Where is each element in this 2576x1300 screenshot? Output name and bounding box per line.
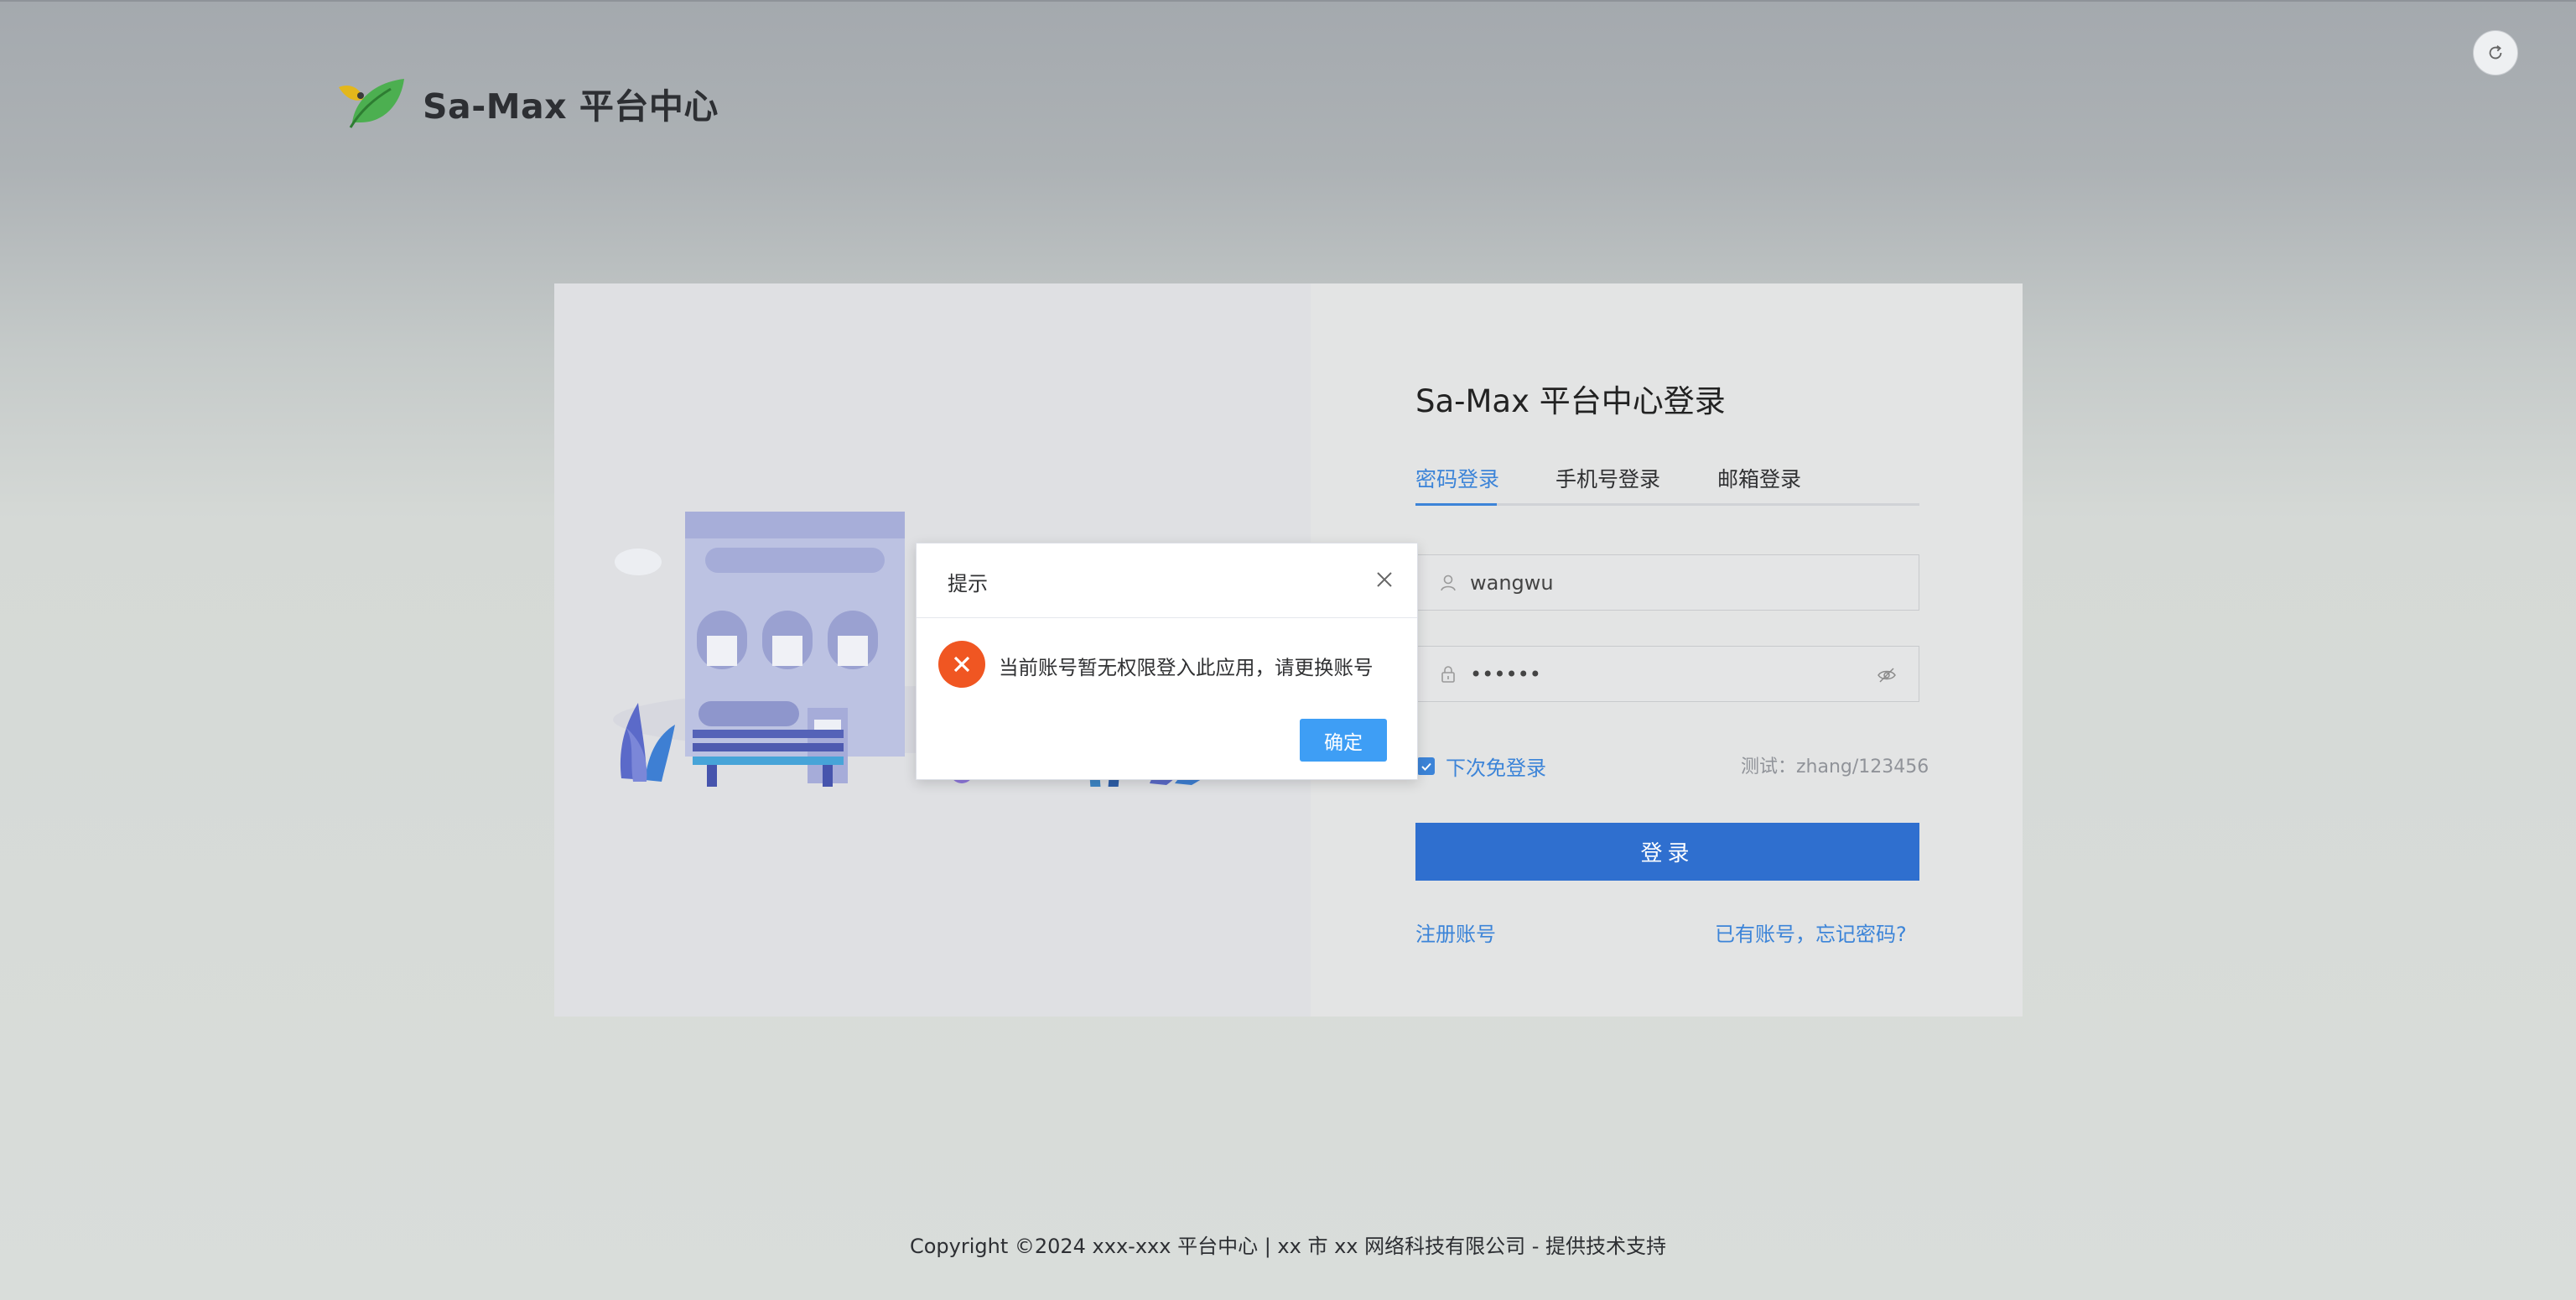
leaf-logo-icon [339,79,404,128]
tab-phone-login[interactable]: 手机号登录 [1555,463,1660,493]
dialog-message: 当前账号暂无权限登入此应用，请更换账号 [999,656,1374,679]
username-field[interactable]: wangwu [1415,554,1919,611]
forgot-password-link[interactable]: 已有账号，忘记密码? [1715,918,1907,947]
login-button[interactable]: 登录 [1415,823,1919,881]
dialog-confirm-button[interactable]: 确定 [1300,719,1387,762]
login-tabs: 密码登录 手机号登录 邮箱登录 [1415,460,1919,506]
username-value: wangwu [1470,570,1554,595]
tab-email-login[interactable]: 邮箱登录 [1717,463,1801,493]
password-field[interactable]: •••••• [1415,646,1919,702]
login-title: Sa-Max 平台中心登录 [1415,383,1726,419]
checkbox-checked-icon [1417,757,1435,775]
brand-logo: Sa-Max 平台中心 [335,74,719,133]
eye-hidden-icon[interactable] [1877,665,1897,685]
close-icon[interactable] [1375,570,1394,589]
brand-name: Sa-Max 平台中心 [423,86,719,127]
remember-me-checkbox[interactable]: 下次免登录 [1417,751,1546,781]
user-icon [1441,575,1456,590]
dialog-header: 提示 [917,543,1417,618]
tab-password-login[interactable]: 密码登录 [1415,463,1499,493]
dialog-title: 提示 [948,572,988,595]
active-tab-indicator [1415,503,1497,506]
test-account-hint: 测试：zhang/123456 [1741,757,1929,777]
remember-me-label: 下次免登录 [1446,757,1546,780]
refresh-button[interactable] [2473,30,2518,75]
refresh-icon [2489,45,2502,60]
lock-icon [1441,665,1455,683]
footer-copyright: Copyright ©2024 xxx-xxx 平台中心 | xx 市 xx 网… [909,1235,1667,1258]
top-border [0,0,2576,2]
password-value: •••••• [1470,662,1541,686]
register-link[interactable]: 注册账号 [1415,918,1496,947]
alert-dialog: 提示 当前账号暂无权限登入此应用，请更换账号 确定 [916,543,1418,780]
error-icon [938,641,985,688]
